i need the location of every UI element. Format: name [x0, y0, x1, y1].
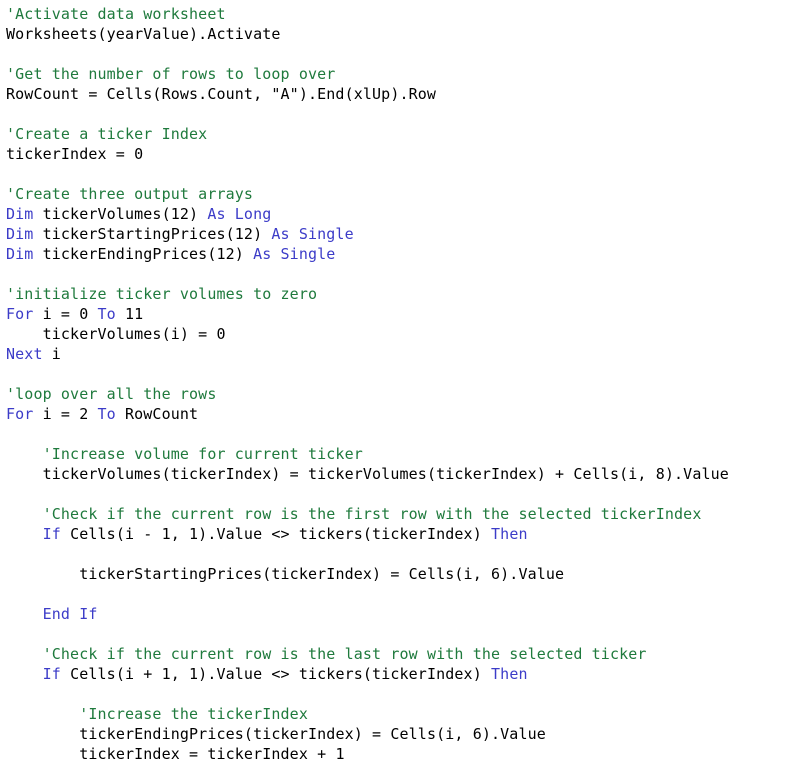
- code-line: Dim tickerStartingPrices(12) As Single: [6, 224, 801, 244]
- code-token-keyword: For: [6, 305, 34, 323]
- code-token-plain: tickerIndex = tickerIndex + 1: [79, 745, 345, 763]
- code-token-keyword: As Single: [271, 225, 354, 243]
- code-token-keyword: If: [42, 525, 61, 543]
- code-line: For i = 2 To RowCount: [6, 404, 801, 424]
- code-line: Next i: [6, 344, 801, 364]
- code-token-plain: RowCount = Cells(Rows.Count, "A").End(xl…: [6, 85, 437, 103]
- code-line: tickerVolumes(i) = 0: [6, 324, 801, 344]
- code-token-comment: 'Activate data worksheet: [6, 5, 226, 23]
- code-token-keyword: Dim: [6, 245, 34, 263]
- code-token-plain: tickerIndex = 0: [6, 145, 144, 163]
- code-line: 'Increase volume for current ticker: [6, 444, 801, 464]
- code-line: 'initialize ticker volumes to zero: [6, 284, 801, 304]
- code-token-keyword: End If: [42, 605, 98, 623]
- code-token-keyword: For: [6, 405, 34, 423]
- code-line: 'Check if the current row is the last ro…: [6, 644, 801, 664]
- code-token-comment: 'initialize ticker volumes to zero: [6, 285, 318, 303]
- code-line: 'Activate data worksheet: [6, 4, 801, 24]
- code-token-comment: 'Increase the tickerIndex: [79, 705, 308, 723]
- code-line: 'Create three output arrays: [6, 184, 801, 204]
- code-token-plain: i = 2: [33, 405, 98, 423]
- code-token-comment: 'loop over all the rows: [6, 385, 217, 403]
- code-token-keyword: Then: [491, 525, 528, 543]
- code-token-plain: RowCount: [115, 405, 199, 423]
- code-token-keyword: To: [97, 305, 116, 323]
- code-token-plain: tickerStartingPrices(12): [33, 225, 272, 243]
- code-line: tickerIndex = tickerIndex + 1: [6, 744, 801, 764]
- code-token-plain: i: [42, 345, 61, 363]
- code-line: If Cells(i - 1, 1).Value <> tickers(tick…: [6, 524, 801, 544]
- code-line: tickerIndex = 0: [6, 144, 801, 164]
- code-line: Dim tickerVolumes(12) As Long: [6, 204, 801, 224]
- code-token-keyword: As Long: [207, 205, 272, 223]
- code-token-plain: tickerVolumes(tickerIndex) = tickerVolum…: [42, 465, 729, 483]
- code-line: If Cells(i + 1, 1).Value <> tickers(tick…: [6, 664, 801, 684]
- code-token-keyword: As Single: [253, 245, 336, 263]
- code-token-comment: 'Get the number of rows to loop over: [6, 65, 336, 83]
- code-token-plain: Worksheets(yearValue).Activate: [6, 25, 281, 43]
- code-token-plain: tickerEndingPrices(tickerIndex) = Cells(…: [79, 725, 546, 743]
- code-line: Worksheets(yearValue).Activate: [6, 24, 801, 44]
- code-line: 'Increase the tickerIndex: [6, 704, 801, 724]
- code-token-plain: tickerVolumes(12): [33, 205, 208, 223]
- code-token-comment: 'Create a ticker Index: [6, 125, 208, 143]
- code-token-plain: 11: [115, 305, 144, 323]
- code-token-comment: 'Check if the current row is the first r…: [42, 505, 702, 523]
- code-token-comment: 'Increase volume for current ticker: [42, 445, 363, 463]
- code-line: tickerEndingPrices(tickerIndex) = Cells(…: [6, 724, 801, 744]
- code-token-keyword: Dim: [6, 225, 34, 243]
- code-line: 'loop over all the rows: [6, 384, 801, 404]
- code-line: End If: [6, 604, 801, 624]
- code-token-plain: Cells(i + 1, 1).Value <> tickers(tickerI…: [60, 665, 492, 683]
- code-token-keyword: Next: [6, 345, 43, 363]
- code-listing[interactable]: 'Activate data worksheet Worksheets(yearV…: [0, 0, 801, 769]
- code-line: 'Check if the current row is the first r…: [6, 504, 801, 524]
- code-line: 'Create a ticker Index: [6, 124, 801, 144]
- code-token-plain: Cells(i - 1, 1).Value <> tickers(tickerI…: [60, 525, 492, 543]
- code-line: tickerVolumes(tickerIndex) = tickerVolum…: [6, 464, 801, 484]
- code-token-comment: 'Create three output arrays: [6, 185, 254, 203]
- code-line: RowCount = Cells(Rows.Count, "A").End(xl…: [6, 84, 801, 104]
- code-token-plain: i = 0: [33, 305, 98, 323]
- code-token-keyword: If: [42, 665, 61, 683]
- code-token-keyword: Dim: [6, 205, 34, 223]
- code-line: 'Get the number of rows to loop over: [6, 64, 801, 84]
- code-line: For i = 0 To 11: [6, 304, 801, 324]
- code-token-plain: tickerVolumes(i) = 0: [42, 325, 226, 343]
- code-token-keyword: To: [97, 405, 116, 423]
- code-token-plain: tickerEndingPrices(12): [33, 245, 254, 263]
- code-token-plain: tickerStartingPrices(tickerIndex) = Cell…: [79, 565, 565, 583]
- code-line: Dim tickerEndingPrices(12) As Single: [6, 244, 801, 264]
- code-token-comment: 'Check if the current row is the last ro…: [42, 645, 647, 663]
- code-line: tickerStartingPrices(tickerIndex) = Cell…: [6, 564, 801, 584]
- code-token-keyword: Then: [491, 665, 528, 683]
